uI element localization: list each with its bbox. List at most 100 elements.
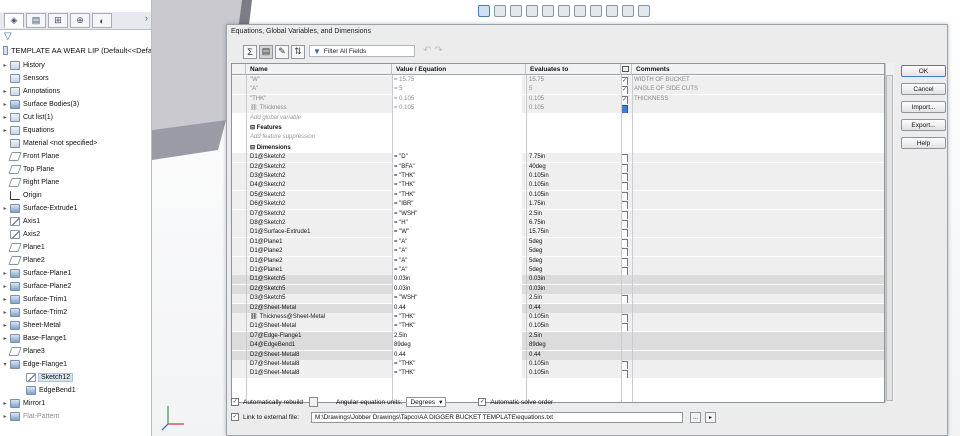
global-variable-row[interactable]: "W" = 15.75 15.75 ✓ WIDTH OF BUCKET	[232, 76, 884, 85]
value-cell[interactable]: = "WSH"	[392, 209, 522, 219]
tree-item[interactable]: ▸ Mirror1	[2, 397, 45, 409]
expand-icon[interactable]: ▸	[2, 335, 8, 342]
expand-icon[interactable]: ▸	[2, 270, 8, 277]
name-cell[interactable]: D3@Sketch5	[246, 294, 388, 303]
comment-cell[interactable]: ANGLE OF SIDE CUTS	[632, 85, 882, 94]
global-variable-row[interactable]: "A" = 5 5 ✓ ANGLE OF SIDE CUTS	[232, 85, 884, 95]
hide-show-items-icon[interactable]	[590, 5, 602, 17]
help-button[interactable]: Help	[901, 137, 946, 149]
expand-icon[interactable]: ▸	[2, 88, 8, 95]
value-cell[interactable]: = 0.105	[392, 94, 522, 104]
name-cell[interactable]: D1@Sheet-Metal	[246, 322, 388, 331]
name-cell[interactable]: D1@Sheet-Metal8	[246, 369, 388, 378]
name-cell[interactable]: "A"	[246, 85, 388, 94]
sketch-equation-view-icon[interactable]: ✎	[275, 44, 289, 59]
name-cell[interactable]: D1@Sketch2	[246, 153, 388, 162]
import-button[interactable]: Import...	[901, 101, 946, 113]
comment-cell[interactable]	[632, 304, 882, 313]
comment-cell[interactable]	[632, 210, 882, 219]
dimension-row[interactable]: D2@Sheet-Metal 0.44 0.44	[232, 303, 884, 313]
tree-item[interactable]: Origin	[2, 189, 42, 201]
dynamic-annotation-icon[interactable]	[542, 5, 554, 17]
comment-cell[interactable]	[632, 360, 882, 369]
expand-icon[interactable]: ▸	[2, 400, 8, 407]
edit-appearance-icon[interactable]	[606, 5, 618, 17]
zoom-area-icon[interactable]	[494, 5, 506, 17]
row-checkbox[interactable]	[621, 210, 628, 219]
display-manager-tab-icon[interactable]: ◐	[92, 13, 112, 28]
value-cell[interactable]: 0.44	[392, 350, 522, 360]
name-cell[interactable]: D1@Plane2	[246, 247, 388, 256]
sort-order-icon[interactable]: ⇅	[291, 44, 305, 59]
feature-manager-tab-icon[interactable]: ◈	[4, 13, 24, 28]
tree-item[interactable]: Sketch12	[18, 371, 74, 383]
name-cell[interactable]: D7@Sketch2	[246, 210, 388, 219]
comment-cell[interactable]	[632, 341, 882, 350]
comment-cell[interactable]	[632, 219, 882, 228]
value-cell[interactable]: 0.44	[392, 303, 522, 313]
value-cell[interactable]: = "A"	[392, 237, 522, 247]
dimension-row[interactable]: D6@Sketch2 = "IBR" 1.75in	[232, 200, 884, 210]
tree-item[interactable]: ▸ Surface-Plane2	[2, 280, 71, 292]
name-cell[interactable]: D1@Plane1	[246, 238, 388, 247]
expand-icon[interactable]: ▸	[2, 101, 8, 108]
hint-text[interactable]: Add feature suppression	[246, 133, 388, 142]
comment-cell[interactable]	[632, 369, 882, 378]
comment-cell[interactable]	[632, 275, 882, 284]
comment-cell[interactable]	[632, 313, 882, 322]
external-file-path[interactable]: M:\Drawings\Jobber Drawings\Tapco\AA DIG…	[311, 411, 683, 423]
tree-item[interactable]: Sensors	[2, 72, 49, 84]
collapse-icon[interactable]: ⊟	[250, 145, 257, 151]
name-cell[interactable]: D2@Sketch2	[246, 163, 388, 172]
value-cell[interactable]: = "W"	[392, 228, 522, 238]
row-checkbox[interactable]	[621, 238, 628, 247]
name-cell[interactable]: D4@EdgeBend1	[246, 341, 388, 350]
name-cell[interactable]: "W"	[246, 76, 388, 85]
name-cell[interactable]: D1@Surface-Extrude1	[246, 228, 388, 237]
tree-item[interactable]: Top Plane	[2, 163, 54, 175]
angular-units-select[interactable]: Degrees ▾	[406, 397, 447, 407]
tree-item[interactable]: Plane2	[2, 254, 45, 266]
section-view-icon[interactable]	[526, 5, 538, 17]
tree-item[interactable]: ▸ Equations	[2, 124, 54, 136]
dimension-row[interactable]: D4@Sketch2 = "THK" 0.105in	[232, 181, 884, 191]
comment-cell[interactable]: THICKNESS	[632, 95, 882, 104]
row-checkbox[interactable]	[621, 361, 628, 369]
row-checkbox[interactable]: ✓	[621, 95, 628, 104]
comment-cell[interactable]	[632, 163, 882, 172]
value-cell[interactable]: = "THK"	[392, 360, 522, 369]
view-settings-icon[interactable]	[638, 5, 650, 17]
expand-icon[interactable]: ▾	[2, 361, 8, 368]
value-cell[interactable]: = "A"	[392, 266, 522, 275]
value-cell[interactable]: = "THK"	[392, 190, 522, 200]
dimension-row[interactable]: D1@Plane2 = "A" 5deg	[232, 256, 884, 266]
features-section[interactable]: ⊟ Features	[232, 124, 884, 133]
dimension-row[interactable]: D1@Surface-Extrude1 = "W" 15.75in	[232, 228, 884, 238]
value-cell[interactable]: = "A"	[392, 247, 522, 257]
ok-button[interactable]: OK	[901, 65, 946, 77]
dimxpert-manager-tab-icon[interactable]: ⊕	[70, 13, 90, 28]
tree-item[interactable]: ▸ Surface Bodies(3)	[2, 98, 79, 110]
comment-cell[interactable]	[632, 247, 882, 256]
row-checkbox[interactable]	[621, 229, 628, 238]
sigma-icon[interactable]: Σ	[243, 44, 257, 59]
link-external-checkbox[interactable]: ✓	[231, 413, 239, 421]
tree-item[interactable]: Plane1	[2, 241, 45, 253]
value-cell[interactable]: = "D"	[392, 153, 522, 163]
tree-item[interactable]: ▸ Annotations	[2, 85, 60, 97]
name-cell[interactable]: D1@Plane2	[246, 257, 388, 266]
row-checkbox[interactable]	[621, 163, 628, 172]
dimension-row[interactable]: D1@Plane1 = "A" 5deg	[232, 266, 884, 275]
row-checkbox[interactable]	[621, 267, 628, 275]
cancel-button[interactable]: Cancel	[901, 83, 946, 95]
expand-icon[interactable]: ▸	[2, 205, 8, 212]
value-cell[interactable]: 0.03in	[392, 275, 522, 285]
collapse-icon[interactable]: ⊟	[250, 125, 257, 131]
comment-cell[interactable]	[632, 285, 882, 294]
dimension-row[interactable]: ⛓ Thickness@Sheet-Metal = "THK" 0.105in	[232, 313, 884, 322]
name-cell[interactable]: D8@Sketch2	[246, 219, 388, 228]
name-cell[interactable]: D1@Sketch5	[246, 275, 388, 284]
dimension-row[interactable]: D1@Sheet-Metal8 = "THK" 0.105in	[232, 369, 884, 379]
tree-item[interactable]: ▾ Edge-Flange1	[2, 358, 67, 370]
name-cell[interactable]: D7@Sheet-Metal8	[246, 360, 388, 369]
